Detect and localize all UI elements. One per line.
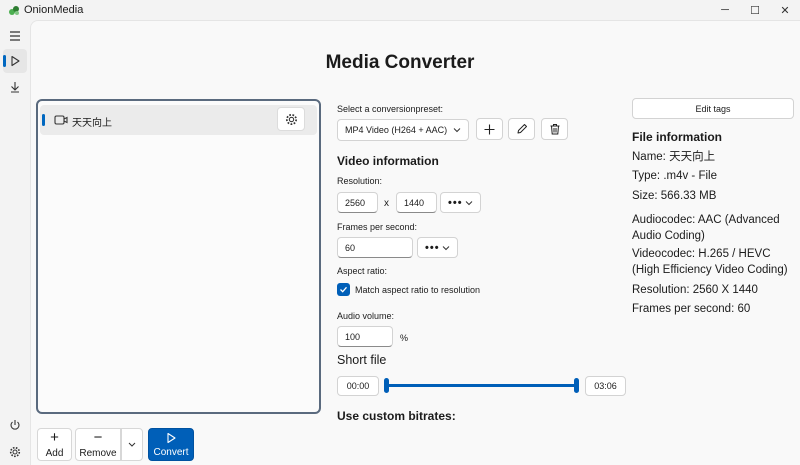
check-icon <box>340 286 347 293</box>
download-icon <box>11 82 19 93</box>
fps-value: 60 <box>345 242 356 253</box>
custom-bitrates-heading: Use custom bitrates: <box>337 409 456 423</box>
add-button[interactable]: + Add <box>37 428 72 461</box>
page-title: Media Converter <box>325 52 475 73</box>
edit-preset-button[interactable] <box>508 118 535 140</box>
end-time-input[interactable]: 03:06 <box>585 376 626 396</box>
gear-icon <box>9 446 21 458</box>
remove-button[interactable]: − Remove <box>75 428 121 461</box>
nav-item-downloader[interactable] <box>3 75 27 99</box>
maximize-icon: ☐ <box>750 4 760 17</box>
aspect-ratio-label: Aspect ratio: <box>337 266 388 276</box>
onion-logo-icon <box>9 6 19 15</box>
play-icon <box>167 432 176 443</box>
trash-icon <box>550 124 559 135</box>
resolution-height-input[interactable]: 1440 <box>396 192 437 213</box>
fps-options-dropdown[interactable]: ••• <box>417 237 458 258</box>
file-name: 天天向上 <box>72 118 112 129</box>
file-type-info: Type: .m4v - File <box>632 170 717 182</box>
trim-slider-track[interactable] <box>385 384 577 387</box>
edit-tags-button[interactable]: Edit tags <box>632 98 794 119</box>
preset-dropdown[interactable]: MP4 Video (H264 + AAC) <box>337 119 469 141</box>
trim-end-handle[interactable] <box>574 378 579 393</box>
plus-icon: + <box>50 429 59 446</box>
minus-icon: − <box>93 429 103 446</box>
short-file-heading: Short file <box>337 353 387 367</box>
remove-label: Remove <box>79 448 117 459</box>
aspect-ratio-checkbox-label[interactable]: Match aspect ratio to resolution <box>355 285 480 295</box>
resolution-options-dropdown[interactable]: ••• <box>440 192 481 213</box>
trim-start-handle[interactable] <box>384 378 389 393</box>
audio-volume-label: Audio volume: <box>337 311 395 321</box>
minimize-icon: ─ <box>721 4 729 16</box>
chevron-down-icon <box>442 245 450 250</box>
close-button[interactable]: ✕ <box>770 0 800 20</box>
convert-label: Convert <box>153 446 189 458</box>
resolution-info: Resolution: 2560 X 1440 <box>632 284 758 296</box>
start-time-value: 00:00 <box>346 381 370 391</box>
navigation-pane <box>0 20 30 465</box>
close-icon: ✕ <box>780 4 790 17</box>
audio-volume-input[interactable]: 100 <box>337 326 393 347</box>
preset-label: Select a conversionpreset: <box>337 104 444 114</box>
audio-volume-value: 100 <box>345 331 361 342</box>
chevron-down-icon <box>453 128 461 133</box>
video-icon <box>54 115 68 125</box>
video-information-heading: Video information <box>337 154 439 168</box>
file-information-heading: File information <box>632 130 722 144</box>
file-size-info: Size: 566.33 MB <box>632 190 717 202</box>
resolution-height-value: 1440 <box>404 197 425 208</box>
hamburger-icon <box>10 31 20 41</box>
aspect-ratio-checkbox[interactable] <box>337 283 350 296</box>
settings-button[interactable] <box>3 440 27 464</box>
power-icon <box>10 420 20 430</box>
chevron-down-icon <box>465 200 473 205</box>
audiocodec-info: Audiocodec: AAC (Advanced Audio Coding) <box>632 214 780 242</box>
menu-button[interactable] <box>3 24 27 48</box>
plus-icon <box>484 124 495 134</box>
file-list[interactable]: 天天向上 <box>36 99 321 414</box>
more-icon: ••• <box>448 196 463 209</box>
selection-indicator <box>42 114 45 126</box>
audio-volume-unit: % <box>400 333 409 343</box>
resolution-label: Resolution: <box>337 176 383 186</box>
resolution-separator: x <box>384 198 389 209</box>
minimize-button[interactable]: ─ <box>710 0 740 20</box>
chevron-down-icon <box>128 442 136 447</box>
add-preset-button[interactable] <box>476 118 503 140</box>
edit-tags-label: Edit tags <box>695 103 731 114</box>
pencil-icon <box>517 124 527 134</box>
preset-value: MP4 Video (H264 + AAC) <box>345 125 448 135</box>
file-name-info: Name: 天天向上 <box>632 151 716 163</box>
resolution-width-value: 2560 <box>345 197 366 208</box>
remove-options-button[interactable] <box>121 428 143 461</box>
file-settings-button[interactable] <box>277 107 305 131</box>
end-time-value: 03:06 <box>594 381 617 391</box>
delete-preset-button[interactable] <box>541 118 568 140</box>
convert-button[interactable]: Convert <box>148 428 194 461</box>
title-bar: OnionMedia ─ ☐ ✕ <box>0 0 800 20</box>
resolution-width-input[interactable]: 2560 <box>337 192 378 213</box>
start-time-input[interactable]: 00:00 <box>337 376 379 396</box>
list-item[interactable]: 天天向上 <box>40 105 317 135</box>
more-icon: ••• <box>425 241 440 254</box>
maximize-button[interactable]: ☐ <box>740 0 770 20</box>
fps-info: Frames per second: 60 <box>632 303 751 315</box>
fps-input[interactable]: 60 <box>337 237 413 258</box>
app-title: OnionMedia <box>24 4 84 16</box>
add-label: Add <box>45 448 64 459</box>
videocodec-info: Videocodec: H.265 / HEVC (High Efficienc… <box>632 248 788 276</box>
gear-icon <box>285 113 297 125</box>
power-button[interactable] <box>3 413 27 437</box>
fps-label: Frames per second: <box>337 222 418 232</box>
